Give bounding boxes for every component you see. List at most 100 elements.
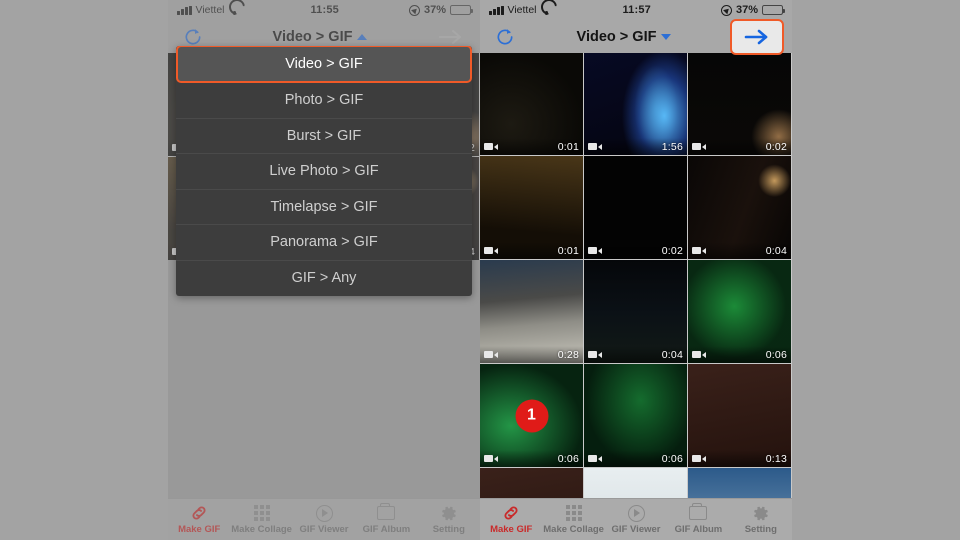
- tab-make-gif[interactable]: Make GIF: [480, 499, 542, 540]
- tab-gif-viewer[interactable]: GIF Viewer: [293, 499, 355, 540]
- phone-right: Viettel 11:57 37% Video > GIF 0:01 1:56 …: [480, 0, 792, 540]
- tab-label: Make Collage: [543, 524, 604, 535]
- dropdown-item-label: Panorama > GIF: [270, 234, 378, 251]
- dropdown-item-burst-gif[interactable]: Burst > GIF: [176, 119, 472, 154]
- nav-bar-right: Video > GIF: [480, 18, 792, 55]
- photo-cell-meta: 0:04: [584, 346, 687, 363]
- refresh-icon[interactable]: [492, 24, 518, 50]
- dropdown-item-label: Timelapse > GIF: [270, 198, 378, 215]
- video-duration-label: 0:01: [557, 244, 579, 257]
- dropdown-item-label: Video > GIF: [285, 56, 363, 72]
- tab-bar-left: Make GIF Make Collage GIF Viewer GIF Album S…: [168, 498, 480, 540]
- phone-right-screen: Viettel 11:57 37% Video > GIF 0:01 1:56 …: [480, 0, 792, 540]
- dropdown-item-gif-any[interactable]: GIF > Any: [176, 261, 472, 297]
- photo-cell[interactable]: 0:02: [584, 156, 687, 259]
- video-duration-label: 0:06: [557, 452, 579, 465]
- photo-cell[interactable]: 1 0:06: [480, 364, 583, 467]
- photo-cell[interactable]: 0:06: [688, 260, 791, 363]
- video-duration-label: 0:02: [661, 244, 683, 257]
- photo-cell[interactable]: 0:02: [688, 52, 791, 155]
- video-camera-icon: [588, 143, 602, 150]
- photo-cell[interactable]: 0:28: [480, 260, 583, 363]
- nav-title-label: Video > GIF: [576, 28, 657, 45]
- status-right-group: 37%: [408, 4, 473, 16]
- format-dropdown-menu[interactable]: Video > GIF Photo > GIF Burst > GIF Live Ph…: [176, 46, 472, 296]
- tab-bar-right: Make GIF Make Collage GIF Viewer GIF Album S…: [480, 498, 792, 540]
- photo-grid-right: 0:01 1:56 0:02 0:01 0:02 0:04 0:28 0:04 0:06 1 0:0…: [480, 52, 792, 540]
- screenshot-stage: Viettel 11:55 37% Video > GIF Video > GI…: [0, 0, 960, 540]
- photo-cell[interactable]: 0:06: [584, 364, 687, 467]
- battery-percent-label: 37%: [423, 4, 446, 16]
- tab-label: GIF Album: [362, 524, 411, 535]
- video-duration-label: 0:01: [557, 140, 579, 153]
- carrier-label: Viettel: [507, 4, 537, 16]
- tab-label: Make Collage: [231, 524, 292, 535]
- folder-icon: [377, 503, 396, 522]
- tab-make-collage[interactable]: Make Collage: [230, 499, 292, 540]
- photo-cell-meta: 0:01: [480, 242, 583, 259]
- dropdown-item-label: Photo > GIF: [284, 92, 364, 109]
- video-camera-icon: [484, 247, 498, 254]
- video-duration-label: 0:06: [661, 452, 683, 465]
- dropdown-item-panorama-gif[interactable]: Panorama > GIF: [176, 225, 472, 261]
- dropdown-item-live-photo-gif[interactable]: Live Photo > GIF: [176, 154, 472, 190]
- link-icon: [501, 504, 521, 522]
- video-camera-icon: [692, 351, 706, 358]
- location-icon: [720, 4, 732, 16]
- nav-title-left[interactable]: Video > GIF: [206, 29, 434, 45]
- play-icon: [315, 504, 333, 522]
- nav-title-label: Video > GIF: [272, 28, 353, 45]
- clock-label: 11:55: [310, 4, 339, 16]
- dropdown-item-timelapse-gif[interactable]: Timelapse > GIF: [176, 190, 472, 225]
- status-left-group: Viettel: [489, 4, 553, 16]
- dropdown-item-label: GIF > Any: [291, 270, 357, 287]
- video-duration-label: 0:04: [661, 348, 683, 361]
- photo-cell-meta: 0:06: [480, 450, 583, 467]
- tab-make-gif[interactable]: Make GIF: [168, 499, 230, 540]
- photo-cell[interactable]: 0:04: [584, 260, 687, 363]
- tab-setting[interactable]: Setting: [730, 499, 792, 540]
- tab-setting[interactable]: Setting: [418, 499, 480, 540]
- video-camera-icon: [692, 455, 706, 462]
- tab-gif-album[interactable]: GIF Album: [667, 499, 729, 540]
- photo-cell-meta: 0:02: [688, 138, 791, 155]
- dropdown-item-label: Burst > GIF: [286, 127, 362, 144]
- battery-icon: [762, 5, 785, 15]
- photo-cell-meta: 0:04: [688, 242, 791, 259]
- dropdown-item-video-gif[interactable]: Video > GIF: [176, 46, 472, 83]
- tab-label: Make GIF: [490, 524, 533, 535]
- dropdown-item-photo-gif[interactable]: Photo > GIF: [176, 83, 472, 119]
- video-duration-label: 0:06: [765, 348, 787, 361]
- photo-cell[interactable]: 0:01: [480, 156, 583, 259]
- video-camera-icon: [588, 247, 602, 254]
- wifi-icon: [229, 6, 241, 15]
- photo-cell[interactable]: 0:04: [688, 156, 791, 259]
- tab-gif-album[interactable]: GIF Album: [355, 499, 417, 540]
- tab-label: Setting: [744, 524, 777, 535]
- video-camera-icon: [588, 455, 602, 462]
- tab-gif-viewer[interactable]: GIF Viewer: [605, 499, 667, 540]
- gear-icon: [439, 504, 458, 522]
- video-duration-label: 0:04: [765, 244, 787, 257]
- photo-cell[interactable]: 0:13: [688, 364, 791, 467]
- photo-cell-meta: 0:01: [480, 138, 583, 155]
- photo-cell-meta: 0:02: [584, 242, 687, 259]
- grid-icon: [565, 504, 582, 522]
- tab-label: Setting: [432, 524, 465, 535]
- photo-cell-meta: 0:06: [688, 346, 791, 363]
- video-duration-label: 1:56: [661, 140, 683, 153]
- tab-make-collage[interactable]: Make Collage: [542, 499, 604, 540]
- wifi-icon: [541, 6, 553, 15]
- tab-label: GIF Viewer: [611, 524, 661, 535]
- nav-title-right[interactable]: Video > GIF: [518, 29, 730, 45]
- gear-icon: [751, 504, 770, 522]
- link-icon: [189, 504, 209, 522]
- signal-bars-icon: [177, 5, 192, 15]
- photo-cell[interactable]: 1:56: [584, 52, 687, 155]
- photo-cell[interactable]: 0:01: [480, 52, 583, 155]
- arrow-right-icon[interactable]: [730, 18, 784, 55]
- phone-left-screen: Viettel 11:55 37% Video > GIF Video > GI…: [168, 0, 480, 540]
- caret-down-icon: [661, 33, 672, 40]
- play-icon: [627, 504, 645, 522]
- caret-up-icon: [357, 33, 368, 40]
